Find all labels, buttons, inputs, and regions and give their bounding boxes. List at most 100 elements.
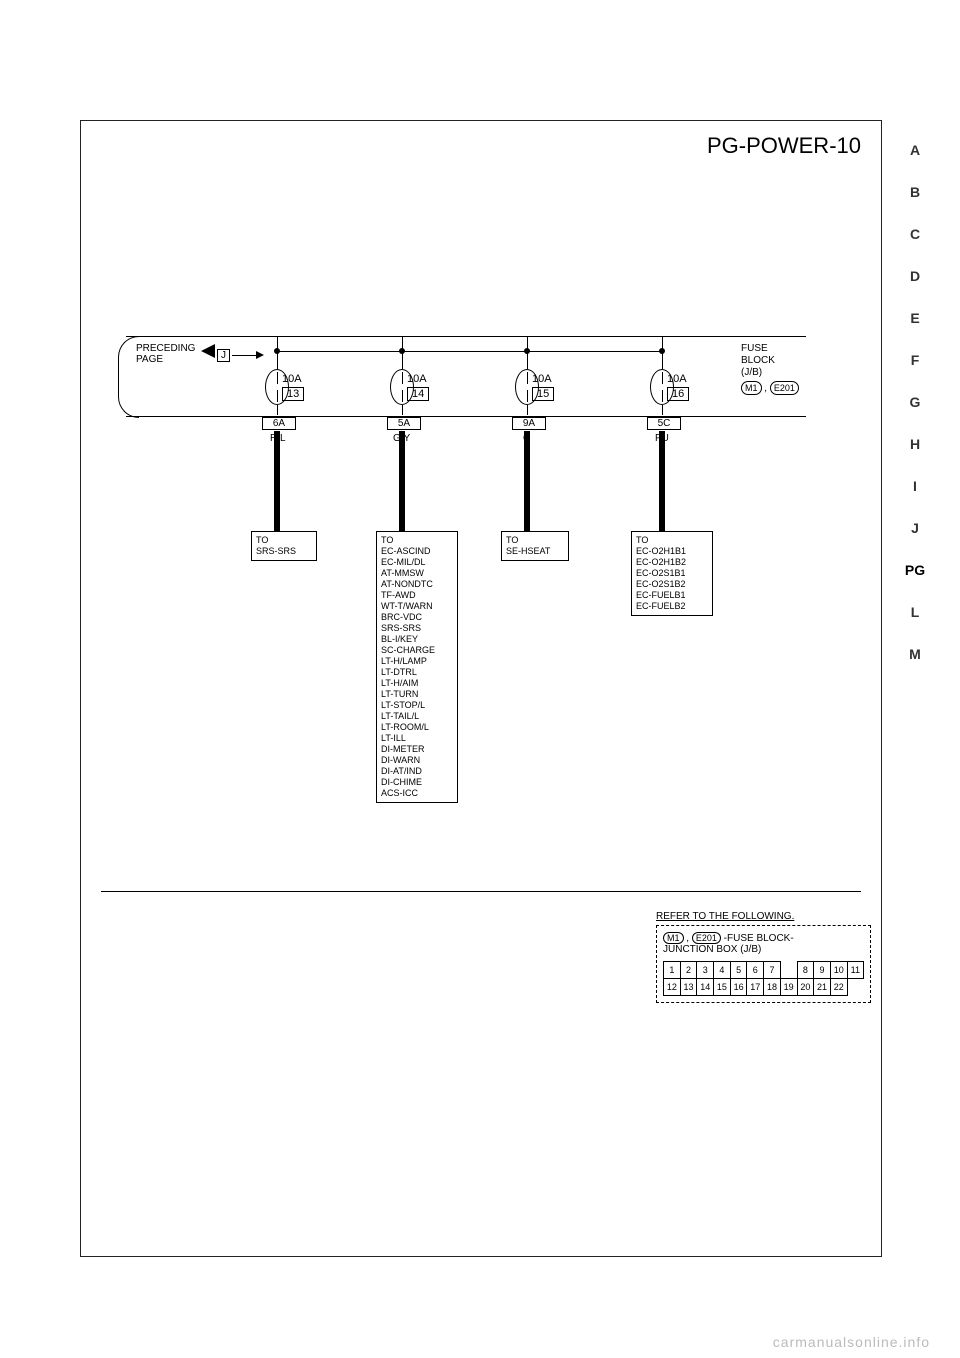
destination-box: TO SRS-SRS (251, 531, 317, 561)
destination-line: SRS-SRS (381, 623, 453, 634)
pin-cell: 9 (814, 962, 831, 979)
section-tab-i[interactable]: I (900, 471, 930, 501)
page-link-arrow: J (201, 344, 264, 362)
destination-line: LT-DTRL (381, 667, 453, 678)
fuse-15: 10A 15 (492, 361, 562, 415)
section-tab-l[interactable]: L (900, 597, 930, 627)
pin-cell: 4 (714, 962, 731, 979)
destination-line: EC-O2H1B1 (636, 546, 708, 557)
divider (101, 891, 861, 892)
fuse-slot: 16 (667, 387, 689, 401)
destination-line: LT-H/AIM (381, 678, 453, 689)
destination-line: LT-ILL (381, 733, 453, 744)
destination-line: LT-ROOM/L (381, 722, 453, 733)
section-tab-d[interactable]: D (900, 261, 930, 291)
destination-line: BRC-VDC (381, 612, 453, 623)
connector-pill: M1 (741, 381, 762, 395)
destination-line: LT-STOP/L (381, 700, 453, 711)
destination-line: LT-TURN (381, 689, 453, 700)
fuse-16: 10A 16 (627, 361, 697, 415)
destination-line: EC-ASCIND (381, 546, 453, 557)
section-tab-a[interactable]: A (900, 135, 930, 165)
destination-line: WT-T/WARN (381, 601, 453, 612)
destination-line: BL-I/KEY (381, 634, 453, 645)
wire (524, 431, 530, 531)
bus-internal-line (276, 351, 661, 352)
pin-cell: 20 (797, 979, 814, 996)
arrow-left-icon (201, 344, 215, 358)
connector-pin-grid: 12345678910111213141516171819202122 (663, 961, 864, 996)
pin-cell: 5 (730, 962, 747, 979)
fuse-slot: 14 (407, 387, 429, 401)
section-tab-b[interactable]: B (900, 177, 930, 207)
pin-cell: 11 (847, 962, 863, 979)
section-tab-m[interactable]: M (900, 639, 930, 669)
fuse-13: 10A 13 (242, 361, 312, 415)
destination-line: DI-WARN (381, 755, 453, 766)
pin-cell: 8 (797, 962, 814, 979)
pin-cell: 6 (747, 962, 764, 979)
fuse-rating: 10A (532, 373, 552, 385)
section-tab-j[interactable]: J (900, 513, 930, 543)
pin-cell: 22 (830, 979, 847, 996)
destination-line: DI-CHIME (381, 777, 453, 788)
wire (274, 431, 280, 531)
section-tab-f[interactable]: F (900, 345, 930, 375)
fuse-rating: 10A (282, 373, 302, 385)
destination-line: EC-FUELB2 (636, 601, 708, 612)
terminal-label: 6A (262, 417, 296, 430)
refer-to-box: REFER TO THE FOLLOWING. M1 , E201 -FUSE … (656, 911, 871, 1003)
destination-line: AT-MMSW (381, 568, 453, 579)
destination-line: AT-NONDTC (381, 579, 453, 590)
arrow-letter: J (217, 349, 230, 362)
pin-cell: 17 (747, 979, 764, 996)
pin-cell (780, 962, 797, 979)
pin-cell: 1 (664, 962, 681, 979)
destination-line: EC-O2S1B2 (636, 579, 708, 590)
destination-line: EC-FUELB1 (636, 590, 708, 601)
section-tab-g[interactable]: G (900, 387, 930, 417)
pin-cell: 2 (680, 962, 697, 979)
destination-box: TOEC-O2H1B1EC-O2H1B2EC-O2S1B1EC-O2S1B2EC… (631, 531, 713, 616)
destination-line: TO (636, 535, 708, 546)
pin-cell: 15 (714, 979, 731, 996)
destination-line: DI-AT/IND (381, 766, 453, 777)
fuse-14: 10A 14 (367, 361, 437, 415)
wire (399, 431, 405, 531)
section-tabs: ABCDEFGHIJ PG LM (900, 135, 940, 681)
fuse-slot: 15 (532, 387, 554, 401)
pin-cell: 21 (814, 979, 831, 996)
fuse-rating: 10A (407, 373, 427, 385)
destination-line: TO (381, 535, 453, 546)
terminal-label: 9A (512, 417, 546, 430)
section-tab-pg[interactable]: PG (900, 555, 930, 585)
destination-line: EC-O2H1B2 (636, 557, 708, 568)
section-tab-e[interactable]: E (900, 303, 930, 333)
terminal-label: 5C (647, 417, 681, 430)
connector-pill: E201 (770, 381, 799, 395)
pin-cell: 3 (697, 962, 714, 979)
destination-line: SC-CHARGE (381, 645, 453, 656)
section-tab-h[interactable]: H (900, 429, 930, 459)
section-tab-c[interactable]: C (900, 219, 930, 249)
destination-box: TOEC-ASCINDEC-MIL/DLAT-MMSWAT-NONDTCTF-A… (376, 531, 458, 803)
preceding-page-label: PRECEDING PAGE (136, 343, 195, 365)
destination-line: EC-MIL/DL (381, 557, 453, 568)
diagram-frame: PG-POWER-10 PRECEDING PAGE J FUSE BLOCK … (80, 120, 882, 1257)
pin-cell: 10 (830, 962, 847, 979)
page: PG-POWER-10 PRECEDING PAGE J FUSE BLOCK … (0, 0, 960, 1358)
refer-to-title: REFER TO THE FOLLOWING. (656, 911, 871, 922)
wire (659, 431, 665, 531)
destination-line: EC-O2S1B1 (636, 568, 708, 579)
arrow-right-icon (256, 351, 264, 359)
destination-line: LT-TAIL/L (381, 711, 453, 722)
watermark: carmanualsonline.info (773, 1334, 930, 1350)
pin-cell: 16 (730, 979, 747, 996)
destination-line: DI-METER (381, 744, 453, 755)
fuse-rating: 10A (667, 373, 687, 385)
terminal-label: 5A (387, 417, 421, 430)
pin-cell: 12 (664, 979, 681, 996)
fuse-block-label: FUSE BLOCK (J/B) M1 , E201 (741, 343, 799, 395)
destination-line: TF-AWD (381, 590, 453, 601)
fuse-slot: 13 (282, 387, 304, 401)
